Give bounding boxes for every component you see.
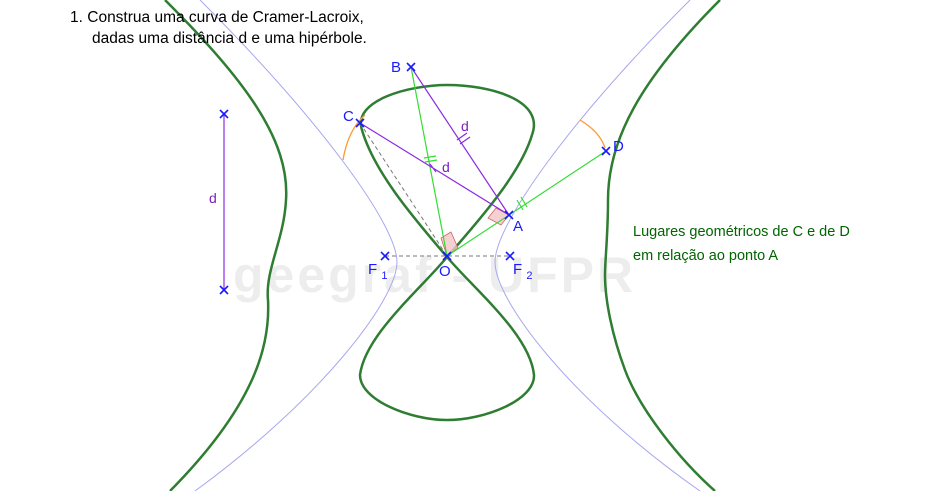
label-D: D <box>613 138 624 155</box>
label-A: A <box>513 218 523 235</box>
problem-line-1: Construa uma curva de Cramer-Lacroix, <box>87 9 364 26</box>
tick-marks-OB <box>423 155 438 163</box>
tick-marks-OD <box>516 196 528 211</box>
label-d-segment: d <box>209 190 217 206</box>
label-O: O <box>439 263 451 280</box>
figure: geegraf - UFPR B C D A O F 1 F 2 d d d 1… <box>0 0 950 491</box>
line-O-D <box>446 150 607 257</box>
arc-at-D <box>579 119 606 149</box>
curve-left-outer-branch <box>164 0 288 491</box>
label-F1-main: F <box>368 261 377 278</box>
locus-caption-line-1: Lugares geométricos de C e de D <box>633 224 850 240</box>
locus-caption-line-2: em relação ao ponto A <box>633 248 779 264</box>
label-d-AC: d <box>442 159 450 175</box>
label-F2-main: F <box>513 261 522 278</box>
tick-marks-AB <box>456 132 471 145</box>
problem-line-2: dadas uma distância d e uma hipérbole. <box>92 30 367 47</box>
problem-number: 1. <box>70 9 83 26</box>
label-d-AB: d <box>461 118 469 134</box>
label-B: B <box>391 59 401 76</box>
hyperbola-left-branch <box>194 0 398 491</box>
problem-statement: 1. Construa uma curva de Cramer-Lacroix,… <box>70 7 367 49</box>
locus-caption: Lugares geométricos de C e de D em relaç… <box>633 220 850 268</box>
label-F1-sub: 1 <box>381 270 387 282</box>
watermark: geegraf - UFPR <box>233 247 636 303</box>
problem-item: 1. Construa uma curva de Cramer-Lacroix,… <box>70 7 367 49</box>
label-C: C <box>343 108 354 125</box>
point-D[interactable] <box>601 146 611 156</box>
label-F2-sub: 2 <box>526 270 532 282</box>
